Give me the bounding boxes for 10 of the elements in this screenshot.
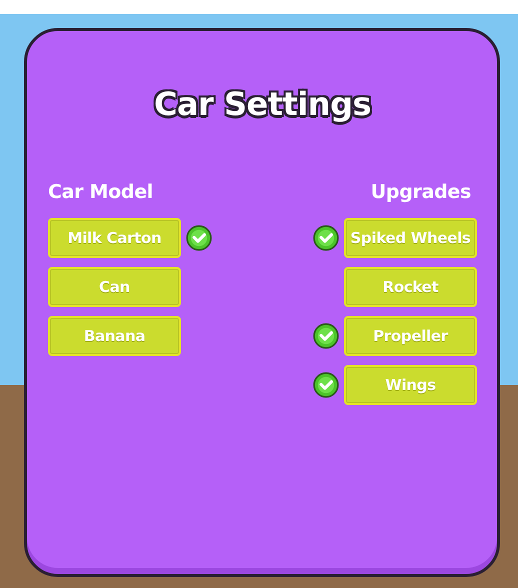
- option-button[interactable]: Propeller: [344, 316, 477, 356]
- option-button[interactable]: Milk Carton: [48, 218, 181, 258]
- option-button[interactable]: Can: [48, 267, 181, 307]
- option-button[interactable]: Spiked Wheels: [344, 218, 477, 258]
- panel-title: Car Settings: [152, 85, 372, 123]
- option-button[interactable]: Wings: [344, 365, 477, 405]
- option-button[interactable]: Rocket: [344, 267, 477, 307]
- option-button[interactable]: Banana: [48, 316, 181, 356]
- section-heading: Car Model: [48, 181, 154, 203]
- section-heading: Upgrades: [370, 181, 471, 203]
